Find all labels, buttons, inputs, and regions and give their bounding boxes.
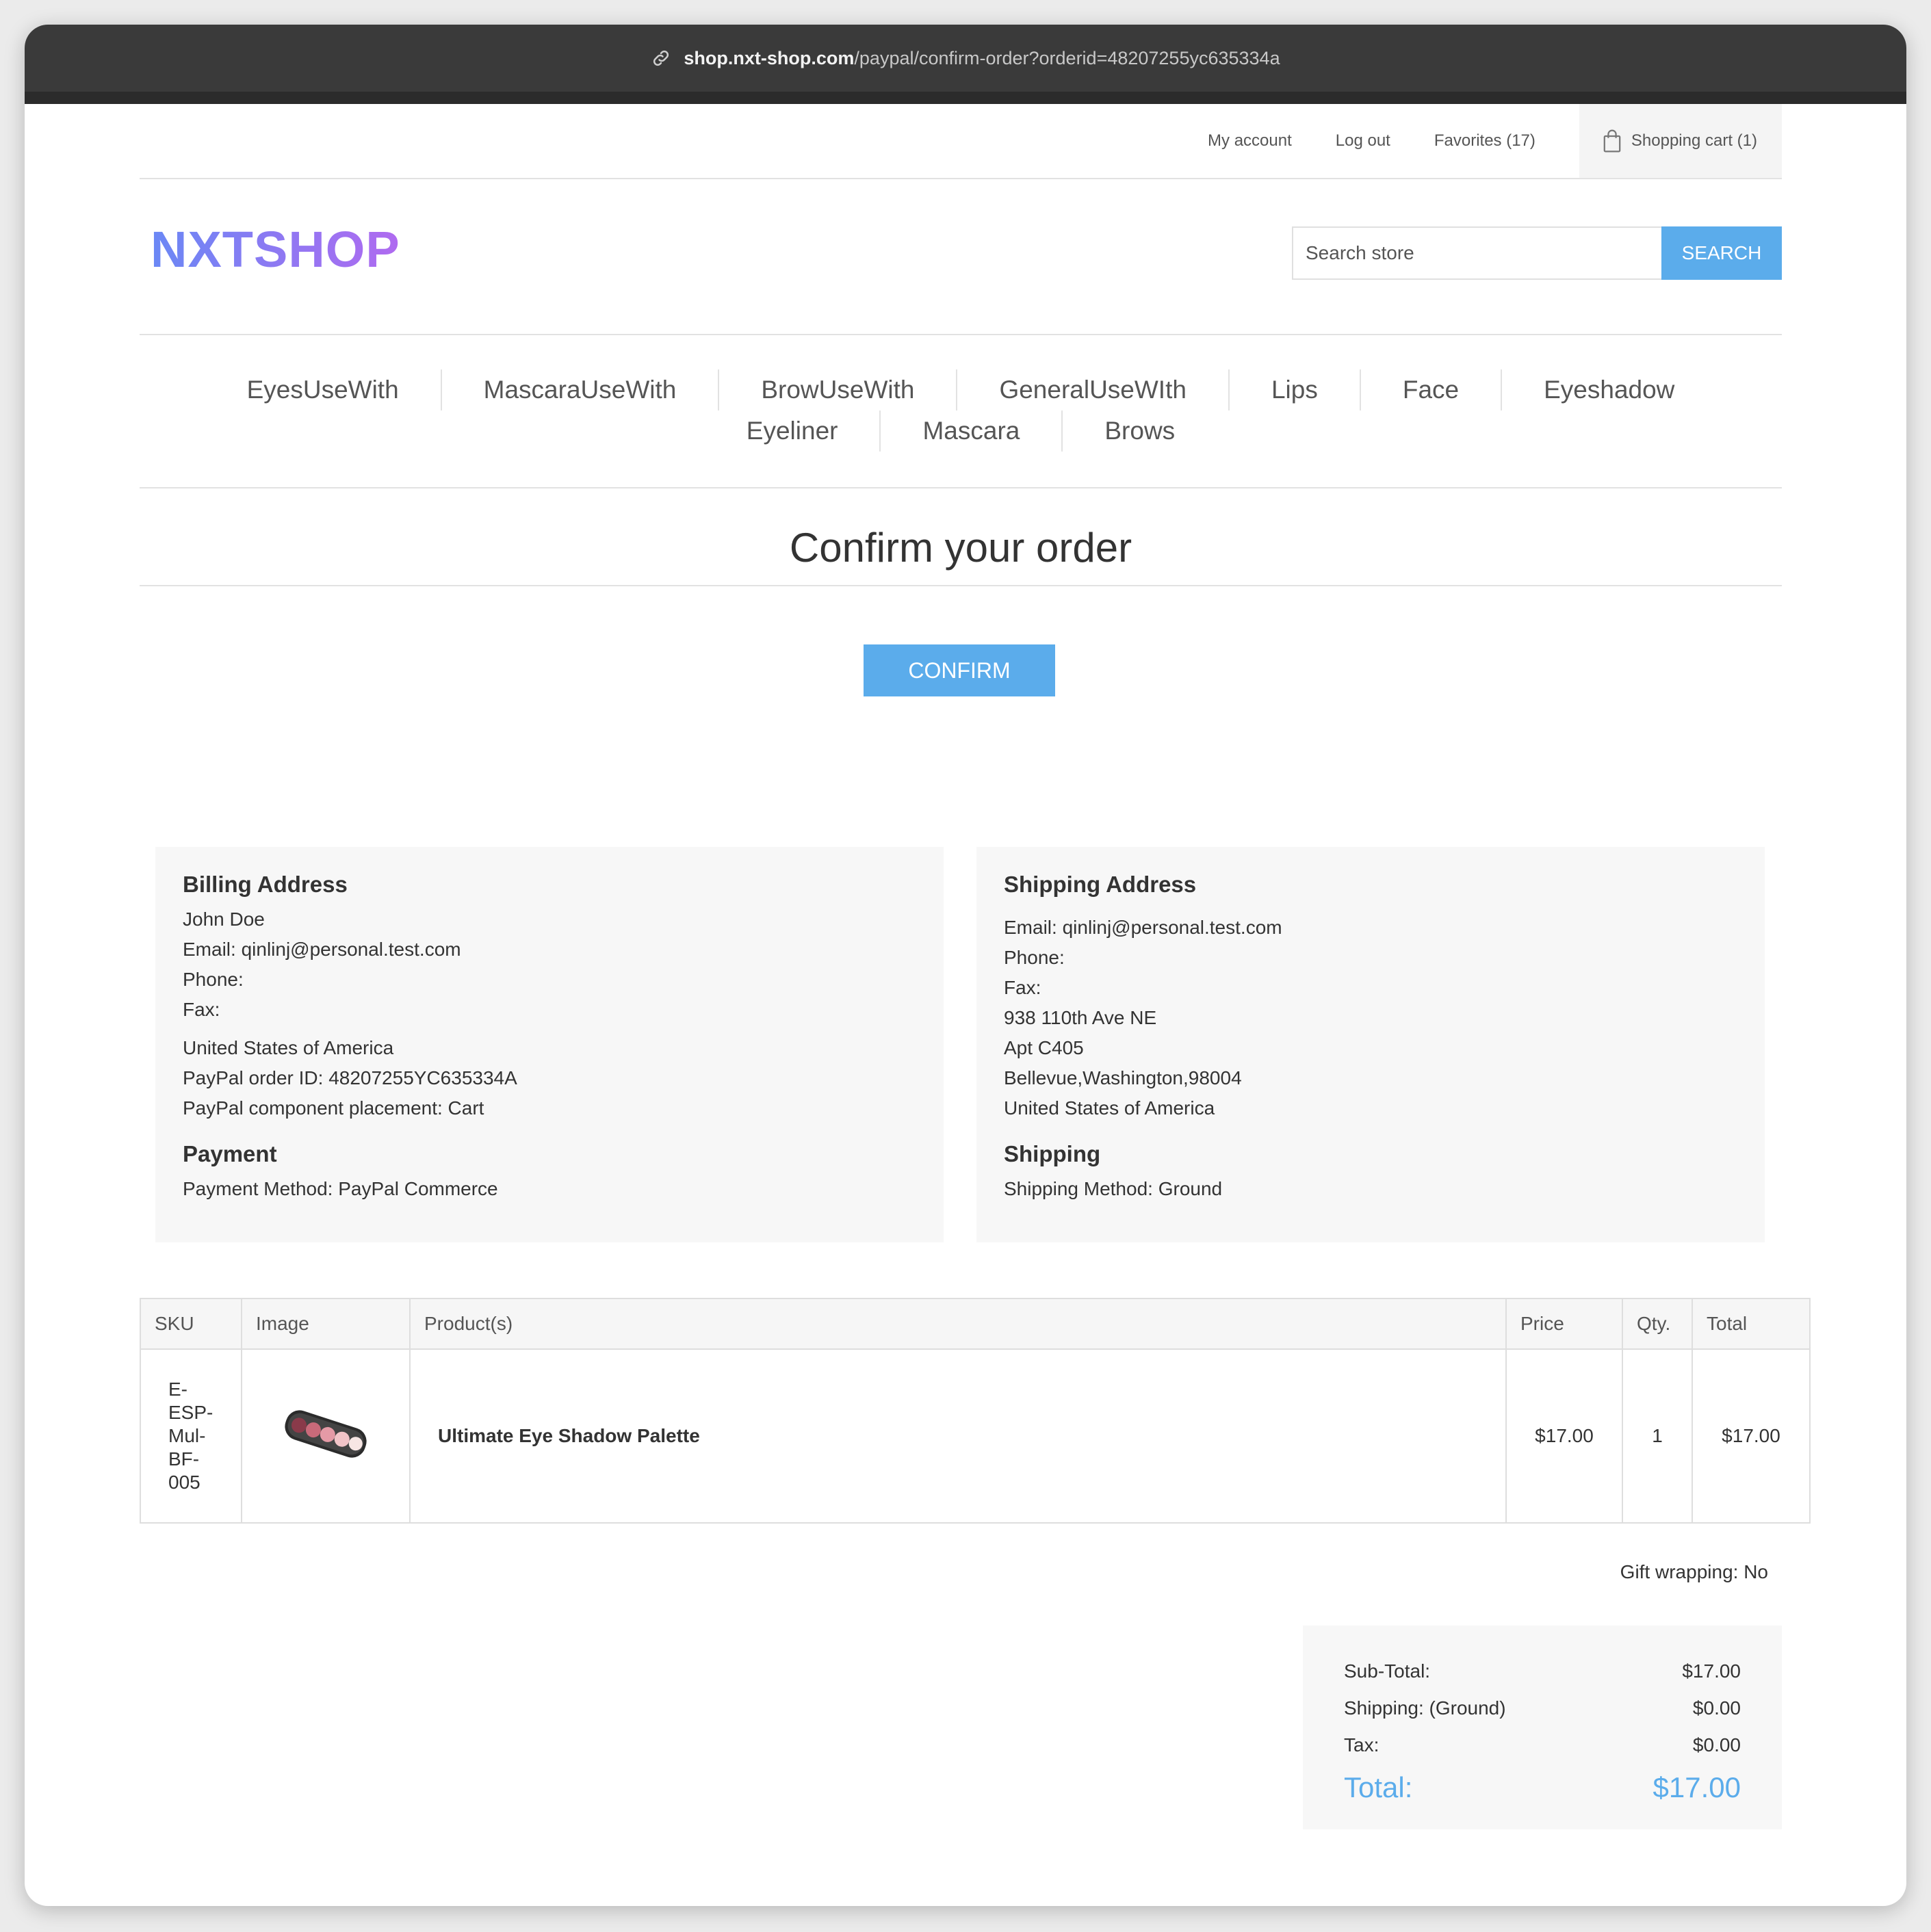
- grand-total-row: Total: $17.00: [1344, 1764, 1741, 1812]
- cell-qty: 1: [1622, 1348, 1693, 1524]
- category-link[interactable]: Lips: [1228, 369, 1360, 410]
- order-items-table: SKU Image Product(s) Price Qty. Total E-…: [140, 1298, 1811, 1524]
- billing-name: John Doe: [183, 909, 265, 930]
- product-thumbnail[interactable]: [274, 1396, 377, 1472]
- payment-heading: Payment: [183, 1141, 277, 1166]
- cart-label: Shopping cart (1): [1631, 131, 1757, 150]
- category-nav: EyesUseWith MascaraUseWith BrowUseWith G…: [140, 334, 1782, 488]
- shipping-address-heading: Shipping Address: [1004, 872, 1197, 897]
- cell-price: $17.00: [1505, 1348, 1623, 1524]
- shipping-country: United States of America: [1004, 1097, 1215, 1119]
- category-link[interactable]: Brows: [1061, 410, 1217, 452]
- cell-image: [241, 1348, 411, 1524]
- link-icon: [653, 50, 669, 66]
- header-links: My account Log out Favorites (17) Shoppi…: [140, 104, 1782, 179]
- shipping-cost-label: Shipping: (Ground): [1344, 1697, 1506, 1719]
- category-link[interactable]: Eyeliner: [705, 410, 880, 452]
- shipping-phone: Phone:: [1004, 947, 1065, 968]
- paypal-order-id: PayPal order ID: 48207255YC635334A: [183, 1067, 517, 1088]
- subtotal-row: Sub-Total: $17.00: [1344, 1653, 1741, 1690]
- payment-method: Payment Method: PayPal Commerce: [183, 1178, 498, 1199]
- page-title: Confirm your order: [140, 524, 1782, 586]
- col-header-total: Total: [1692, 1298, 1811, 1350]
- tax-value: $0.00: [1692, 1734, 1741, 1755]
- product-name[interactable]: Ultimate Eye Shadow Palette: [409, 1348, 1507, 1524]
- shipping-cost-value: $0.00: [1692, 1697, 1741, 1719]
- shipping-city: Bellevue,Washington,98004: [1004, 1067, 1242, 1088]
- shipping-apt: Apt C405: [1004, 1037, 1084, 1058]
- category-link[interactable]: MascaraUseWith: [440, 369, 718, 410]
- tax-row: Tax: $0.00: [1344, 1727, 1741, 1764]
- category-link[interactable]: BrowUseWith: [718, 369, 956, 410]
- url-path: /paypal/confirm-order?orderid=48207255yc…: [854, 47, 1280, 68]
- paypal-placement: PayPal component placement: Cart: [183, 1097, 484, 1119]
- col-header-sku: SKU: [140, 1298, 242, 1350]
- category-link[interactable]: EyesUseWith: [205, 369, 441, 410]
- search-bar: SEARCH: [1292, 226, 1782, 280]
- col-header-products: Product(s): [409, 1298, 1507, 1350]
- billing-info-box: Billing Address John Doe Email: qinlinj@…: [155, 847, 944, 1242]
- sku-value: E- ESP- Mul- BF- 005: [168, 1379, 213, 1493]
- search-input[interactable]: [1292, 226, 1661, 280]
- shipping-heading: Shipping: [1004, 1141, 1101, 1166]
- category-row-2: Eyeliner Mascara Brows: [140, 410, 1782, 452]
- category-link[interactable]: Mascara: [879, 410, 1061, 452]
- shipping-method: Shipping Method: Ground: [1004, 1178, 1223, 1199]
- billing-phone: Phone:: [183, 969, 244, 990]
- subtotal-label: Sub-Total:: [1344, 1660, 1431, 1682]
- col-header-image: Image: [241, 1298, 411, 1350]
- category-link[interactable]: Eyeshadow: [1501, 369, 1716, 410]
- my-account-link[interactable]: My account: [1208, 131, 1292, 151]
- table-header-row: SKU Image Product(s) Price Qty. Total: [140, 1298, 1811, 1350]
- billing-country: United States of America: [183, 1037, 394, 1058]
- favorites-link[interactable]: Favorites (17): [1434, 131, 1535, 151]
- category-row-1: EyesUseWith MascaraUseWith BrowUseWith G…: [140, 369, 1782, 410]
- shopping-cart-link[interactable]: Shopping cart (1): [1579, 104, 1782, 178]
- category-link[interactable]: Face: [1359, 369, 1501, 410]
- shopping-bag-icon: [1603, 129, 1621, 153]
- order-totals: Sub-Total: $17.00 Shipping: (Ground) $0.…: [1303, 1626, 1782, 1829]
- tax-label: Tax:: [1344, 1734, 1379, 1755]
- grand-total-value: $17.00: [1653, 1771, 1741, 1803]
- url-host: shop.nxt-shop.com: [684, 47, 855, 68]
- shipping-row: Shipping: (Ground) $0.00: [1344, 1690, 1741, 1727]
- browser-window: shop.nxt-shop.com/paypal/confirm-order?o…: [25, 25, 1906, 1906]
- category-link[interactable]: GeneralUseWIth: [956, 369, 1228, 410]
- billing-email: Email: qinlinj@personal.test.com: [183, 939, 461, 960]
- subtotal-value: $17.00: [1682, 1660, 1741, 1682]
- search-button[interactable]: SEARCH: [1661, 226, 1782, 280]
- grand-total-label: Total:: [1344, 1771, 1413, 1803]
- address-bar[interactable]: shop.nxt-shop.com/paypal/confirm-order?o…: [25, 25, 1906, 104]
- col-header-qty: Qty.: [1622, 1298, 1693, 1350]
- log-out-link[interactable]: Log out: [1336, 131, 1390, 151]
- confirm-button[interactable]: CONFIRM: [864, 644, 1055, 696]
- col-header-price: Price: [1505, 1298, 1623, 1350]
- shipping-fax: Fax:: [1004, 977, 1041, 998]
- gift-wrapping-info: Gift wrapping: No: [1620, 1561, 1768, 1582]
- billing-fax: Fax:: [183, 999, 220, 1020]
- shipping-info-box: Shipping Address Email: qinlinj@personal…: [976, 847, 1765, 1242]
- shipping-email: Email: qinlinj@personal.test.com: [1004, 917, 1282, 938]
- shipping-street: 938 110th Ave NE: [1004, 1007, 1157, 1028]
- cell-sku: E- ESP- Mul- BF- 005: [140, 1348, 242, 1524]
- cell-total: $17.00: [1692, 1348, 1811, 1524]
- table-row: E- ESP- Mul- BF- 005 Ultimate Eye Shadow…: [140, 1348, 1811, 1524]
- logo[interactable]: NXTSHOP: [151, 220, 400, 278]
- billing-heading: Billing Address: [183, 872, 348, 897]
